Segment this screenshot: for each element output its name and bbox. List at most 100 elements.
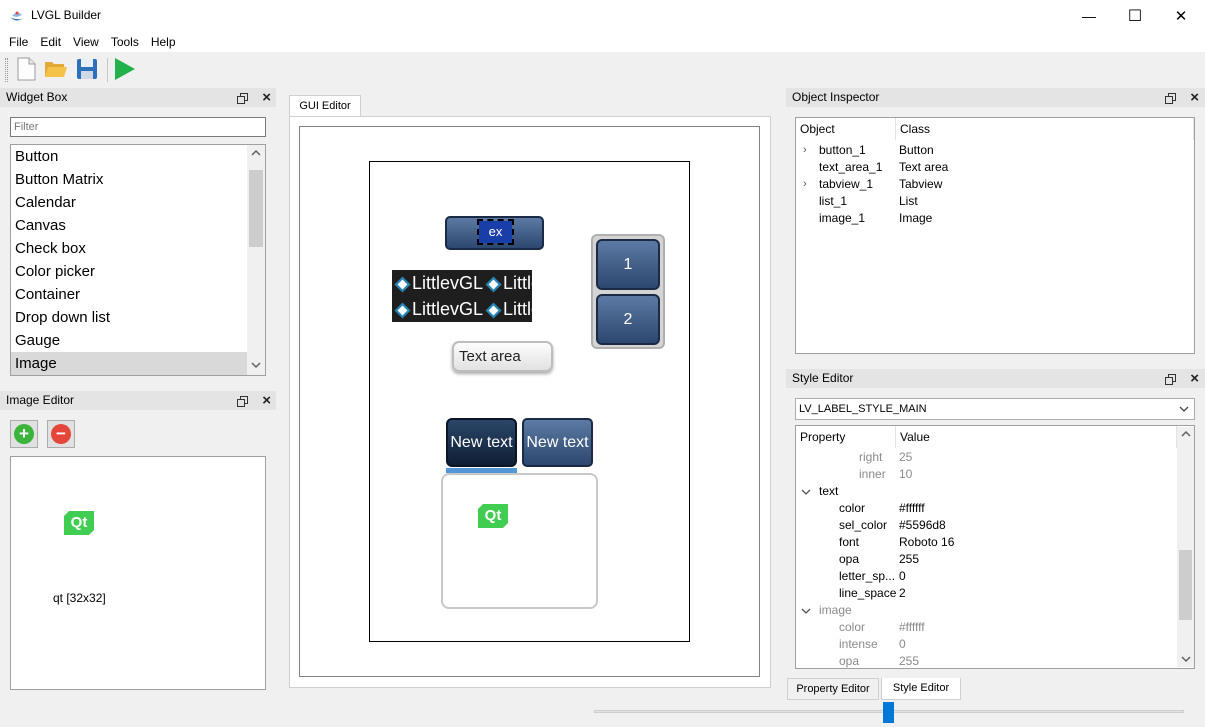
menu-view[interactable]: View bbox=[67, 32, 105, 52]
image-list-area bbox=[10, 456, 266, 690]
widget-list-scroll-thumb[interactable] bbox=[249, 170, 263, 247]
tab-gui-editor[interactable]: GUI Editor bbox=[289, 95, 361, 117]
collapse-icon[interactable] bbox=[801, 488, 811, 496]
widget-item-drop-down-list[interactable]: Drop down list bbox=[11, 306, 247, 329]
widget-item-color-picker[interactable]: Color picker bbox=[11, 260, 247, 283]
close-icon[interactable]: × bbox=[1190, 90, 1199, 105]
lv-image[interactable]: LittlevGLLittlevGL LittlevGLLittlevGL bbox=[392, 270, 532, 322]
expand-icon[interactable]: › bbox=[803, 176, 807, 193]
style-property-name[interactable]: letter_sp... bbox=[839, 568, 895, 585]
style-group-name[interactable]: text bbox=[819, 483, 838, 500]
add-image-button[interactable]: + bbox=[10, 420, 38, 448]
menu-file[interactable]: File bbox=[3, 32, 34, 52]
tree-object-name[interactable]: button_1 bbox=[819, 142, 866, 159]
save-button[interactable] bbox=[74, 56, 100, 82]
style-group-name[interactable]: image bbox=[819, 602, 852, 619]
style-property-name[interactable]: color bbox=[839, 500, 865, 517]
chevron-down-icon bbox=[1179, 406, 1189, 412]
qt-image-thumbnail[interactable]: Qt bbox=[64, 511, 94, 535]
style-property-name[interactable]: line_space bbox=[839, 585, 896, 602]
widget-item-container[interactable]: Container bbox=[11, 283, 247, 306]
style-property-name[interactable]: font bbox=[839, 534, 859, 551]
tab-property-editor[interactable]: Property Editor bbox=[787, 678, 879, 700]
tree-object-class: List bbox=[899, 194, 918, 208]
style-property-value[interactable]: #5596d8 bbox=[899, 517, 946, 534]
column-header-property[interactable]: Property bbox=[796, 426, 896, 448]
remove-icon: − bbox=[51, 424, 71, 444]
tree-object-name[interactable]: list_1 bbox=[819, 193, 847, 210]
style-property-name[interactable]: sel_color bbox=[839, 517, 887, 534]
tree-object-name[interactable]: text_area_1 bbox=[819, 159, 882, 176]
lv-button-label[interactable]: ex bbox=[477, 219, 514, 245]
style-property-value[interactable]: 2 bbox=[899, 585, 906, 602]
widget-filter-input[interactable] bbox=[10, 117, 266, 137]
lv-tab-qt-image[interactable]: Qt bbox=[478, 504, 508, 528]
menu-help[interactable]: Help bbox=[145, 32, 182, 52]
close-icon[interactable]: × bbox=[262, 393, 271, 408]
style-property-name[interactable]: opa bbox=[839, 653, 859, 668]
expand-icon[interactable]: › bbox=[803, 142, 807, 159]
float-icon[interactable] bbox=[237, 395, 248, 407]
lv-text-area[interactable]: Text area bbox=[452, 341, 553, 372]
style-property-name[interactable]: inner bbox=[859, 466, 886, 483]
lv-list-item[interactable]: 2 bbox=[596, 294, 660, 345]
minimize-button[interactable]: — bbox=[1066, 0, 1112, 31]
menu-edit[interactable]: Edit bbox=[34, 32, 67, 52]
style-tree-scroll-thumb[interactable] bbox=[1179, 550, 1192, 620]
close-icon[interactable]: × bbox=[1190, 371, 1199, 386]
style-property-value[interactable]: 10 bbox=[899, 466, 912, 483]
scroll-down-icon[interactable] bbox=[1180, 655, 1192, 663]
remove-image-button[interactable]: − bbox=[47, 420, 75, 448]
title-bar bbox=[0, 0, 1205, 31]
tree-object-name[interactable]: image_1 bbox=[819, 210, 865, 227]
float-icon[interactable] bbox=[1165, 373, 1176, 385]
widget-item-check-box[interactable]: Check box bbox=[11, 237, 247, 260]
style-property-name[interactable]: opa bbox=[839, 551, 859, 568]
menu-tools[interactable]: Tools bbox=[105, 32, 145, 52]
style-property-value[interactable]: #ffffff bbox=[899, 500, 925, 517]
widget-item-button[interactable]: Button bbox=[11, 145, 247, 168]
maximize-button[interactable]: ☐ bbox=[1112, 0, 1158, 31]
style-property-name[interactable]: intense bbox=[839, 636, 878, 653]
style-property-value[interactable]: 255 bbox=[899, 551, 919, 568]
style-property-value[interactable]: 25 bbox=[899, 449, 912, 466]
widget-item-gauge[interactable]: Gauge bbox=[11, 329, 247, 352]
tab-style-editor[interactable]: Style Editor bbox=[881, 678, 961, 700]
column-header-class[interactable]: Class bbox=[896, 118, 1194, 140]
toolbar-handle[interactable] bbox=[5, 58, 8, 82]
scroll-up-icon[interactable] bbox=[1180, 430, 1192, 438]
lv-list-item[interactable]: 1 bbox=[596, 239, 660, 290]
close-window-button[interactable]: ✕ bbox=[1158, 0, 1204, 31]
new-file-button[interactable] bbox=[13, 56, 39, 82]
tree-object-name[interactable]: tabview_1 bbox=[819, 176, 873, 193]
float-icon[interactable] bbox=[237, 92, 248, 104]
style-property-value[interactable]: 0 bbox=[899, 636, 906, 653]
lv-tab-content[interactable] bbox=[441, 473, 598, 609]
float-icon[interactable] bbox=[1165, 92, 1176, 104]
style-property-value[interactable]: Roboto 16 bbox=[899, 534, 954, 551]
style-property-name[interactable]: color bbox=[839, 619, 865, 636]
style-editor-title: Style Editor bbox=[786, 369, 1205, 388]
close-icon[interactable]: × bbox=[262, 90, 271, 105]
lv-tab-button-active[interactable]: New text bbox=[446, 418, 517, 467]
scroll-up-icon[interactable] bbox=[250, 149, 262, 157]
column-header-object[interactable]: Object bbox=[796, 118, 896, 140]
collapse-icon[interactable] bbox=[801, 607, 811, 615]
widget-item-image[interactable]: Image bbox=[11, 352, 247, 375]
widget-item-canvas[interactable]: Canvas bbox=[11, 214, 247, 237]
style-property-value[interactable]: #ffffff bbox=[899, 619, 925, 636]
style-selector[interactable]: LV_LABEL_STYLE_MAIN bbox=[795, 398, 1195, 420]
column-header-value[interactable]: Value bbox=[896, 426, 1177, 448]
zoom-slider-handle[interactable] bbox=[883, 702, 894, 723]
widget-item-calendar[interactable]: Calendar bbox=[11, 191, 247, 214]
lv-tab-button[interactable]: New text bbox=[522, 418, 593, 467]
scroll-down-icon[interactable] bbox=[250, 361, 262, 369]
style-tree-scrollbar[interactable] bbox=[1177, 427, 1194, 667]
app-logo-icon bbox=[10, 11, 24, 21]
style-property-value[interactable]: 255 bbox=[899, 653, 919, 668]
widget-item-button-matrix[interactable]: Button Matrix bbox=[11, 168, 247, 191]
style-property-value[interactable]: 0 bbox=[899, 568, 906, 585]
open-button[interactable] bbox=[43, 56, 69, 82]
run-button[interactable] bbox=[111, 56, 137, 82]
style-property-name[interactable]: right bbox=[859, 449, 882, 466]
